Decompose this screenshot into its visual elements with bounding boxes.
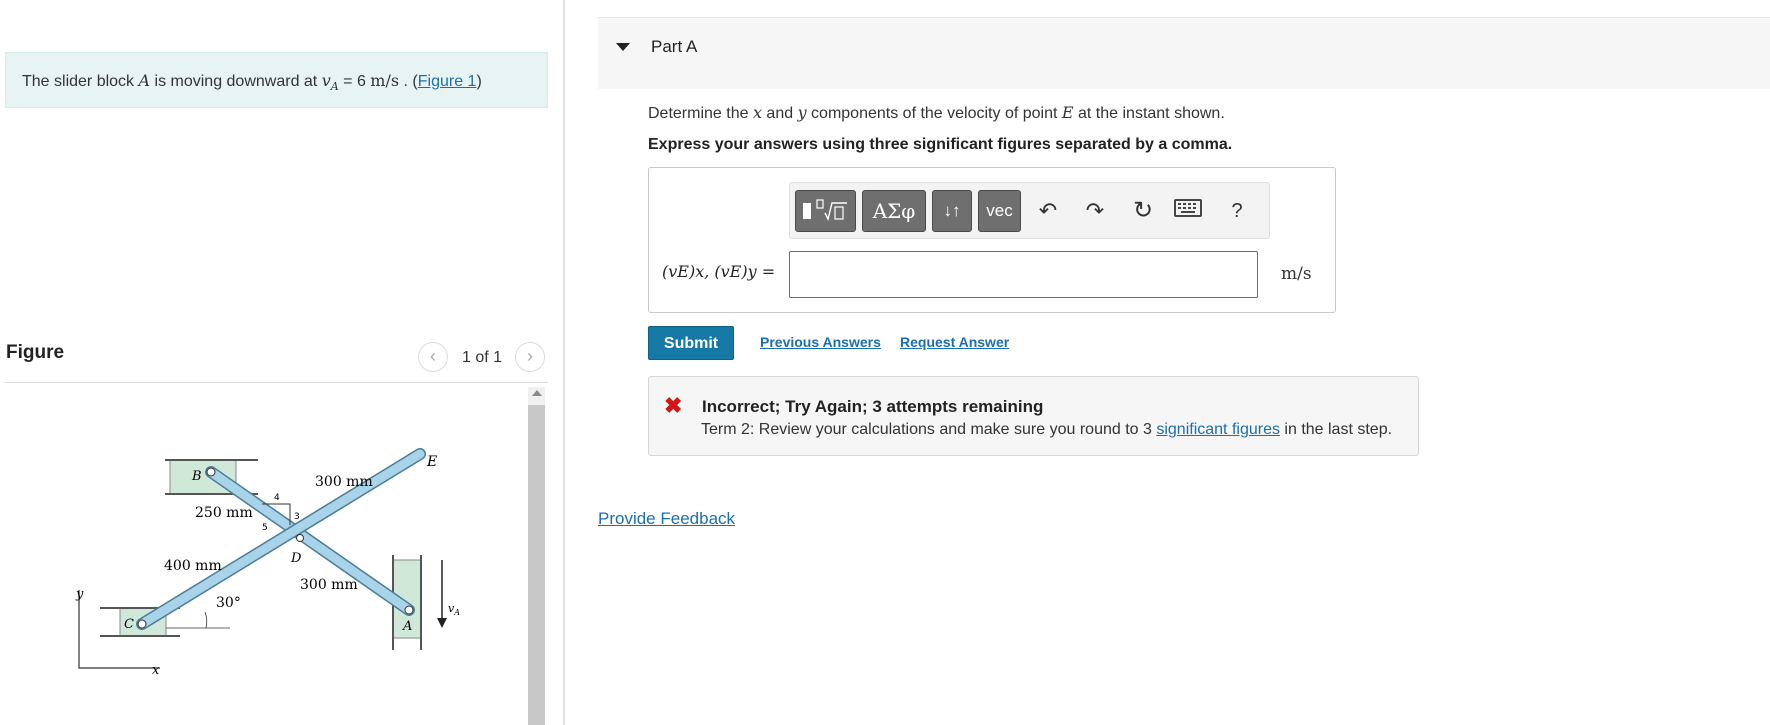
feedback-title: Incorrect; Try Again; 3 attempts remaini… [702, 397, 1044, 416]
dimension-300-top: 300 mm [315, 474, 373, 490]
question-segment: at the instant shown. [1073, 105, 1225, 122]
velocity-subscript: A [330, 80, 339, 94]
point-c-label: C [124, 617, 134, 632]
question-var-y: y [797, 103, 807, 122]
sort-arrows-button[interactable]: ↓↑ [932, 190, 972, 232]
feedback-text-segment: in the last step. [1279, 421, 1393, 438]
chevron-right-icon: › [527, 346, 533, 366]
pin-b [206, 467, 216, 477]
pin-a [404, 605, 414, 615]
mechanism-figure: y x B C A 4 3 5 300 mm 250 mm 400 mm 300… [75, 448, 460, 678]
slope-4-label: 4 [274, 493, 280, 503]
pin-c [137, 619, 147, 629]
velocity-symbol: v [321, 71, 331, 90]
slope-5-label: 5 [262, 523, 268, 533]
dimension-300-bottom: 300 mm [300, 577, 358, 593]
answer-input[interactable] [789, 251, 1258, 298]
angle-label: 30° [216, 595, 241, 611]
next-figure-button[interactable]: › [515, 342, 545, 372]
feedback-text-segment: Term 2: Review your calculations and mak… [701, 421, 1157, 438]
point-b-label: B [191, 469, 202, 484]
question-segment: Determine the [648, 105, 753, 122]
part-header[interactable] [598, 17, 1770, 89]
part-title[interactable]: Part A [651, 37, 697, 57]
divider [5, 382, 548, 383]
provide-feedback-link[interactable]: Provide Feedback [598, 509, 735, 529]
answer-unit: m/s [1281, 264, 1312, 284]
problem-text: . ( [399, 73, 418, 90]
question-segment: components of the velocity of point [806, 105, 1062, 122]
keyboard-icon[interactable] [1174, 199, 1202, 217]
point-d-label: D [290, 551, 302, 566]
x-axis-label: x [152, 663, 160, 678]
problem-text: is moving downward at [150, 73, 322, 90]
velocity-label-subscript: A [453, 608, 460, 617]
previous-answers-link[interactable]: Previous Answers [760, 334, 881, 350]
error-x-icon: ✖ [664, 393, 683, 418]
slope-3-label: 3 [294, 512, 300, 522]
question-text: Determine the x and y components of the … [648, 103, 1225, 123]
figure-link[interactable]: Figure 1 [418, 73, 477, 90]
feedback-text: Term 2: Review your calculations and mak… [701, 421, 1392, 439]
left-panel: The slider block A is moving downward at… [0, 0, 565, 725]
figure-scrollbar-thumb[interactable] [528, 405, 545, 725]
velocity-label: vA [448, 602, 460, 617]
answer-instruction: Express your answers using three signifi… [648, 136, 1233, 153]
templates-button[interactable] [795, 190, 856, 232]
angle-arc [204, 611, 208, 629]
question-segment: and [761, 105, 798, 122]
submit-button[interactable]: Submit [648, 326, 734, 360]
velocity-unit: m/s [370, 71, 400, 90]
scroll-up-arrow-icon[interactable] [532, 390, 542, 396]
pin-d [296, 534, 304, 542]
problem-equals: = 6 [338, 73, 371, 90]
redo-icon[interactable]: ↷ [1080, 196, 1110, 226]
figure-counter: 1 of 1 [462, 349, 503, 366]
significant-figures-link[interactable]: significant figures [1156, 421, 1280, 438]
velocity-arrowhead [437, 618, 447, 628]
y-axis-label: y [75, 587, 84, 602]
figure-heading: Figure [6, 342, 65, 363]
point-a-label: A [402, 619, 412, 634]
reset-icon[interactable]: ↻ [1128, 196, 1158, 226]
greek-symbols-button[interactable]: ΑΣφ [862, 190, 926, 232]
caret-down-icon[interactable] [616, 43, 630, 51]
request-answer-link[interactable]: Request Answer [900, 334, 1009, 350]
keyboard-keys [1178, 203, 1196, 213]
templates-icon [802, 199, 847, 222]
help-button[interactable]: ? [1222, 196, 1252, 226]
panel-divider [563, 0, 565, 725]
problem-var-a: A [138, 71, 151, 90]
answer-label: (vE)x, (vE)y = [662, 262, 776, 281]
point-e-label: E [426, 454, 437, 470]
problem-text: The slider block [22, 73, 139, 90]
problem-statement: The slider block A is moving downward at… [5, 52, 548, 108]
chevron-left-icon: ‹ [430, 346, 436, 366]
question-var-x: x [752, 103, 762, 122]
prev-figure-button[interactable]: ‹ [418, 342, 448, 372]
dimension-250: 250 mm [195, 505, 253, 521]
question-var-e: E [1061, 103, 1074, 122]
undo-icon[interactable]: ↶ [1033, 196, 1063, 226]
vector-button[interactable]: vec [978, 190, 1021, 232]
dimension-400: 400 mm [164, 558, 222, 574]
problem-text: ) [476, 73, 482, 90]
